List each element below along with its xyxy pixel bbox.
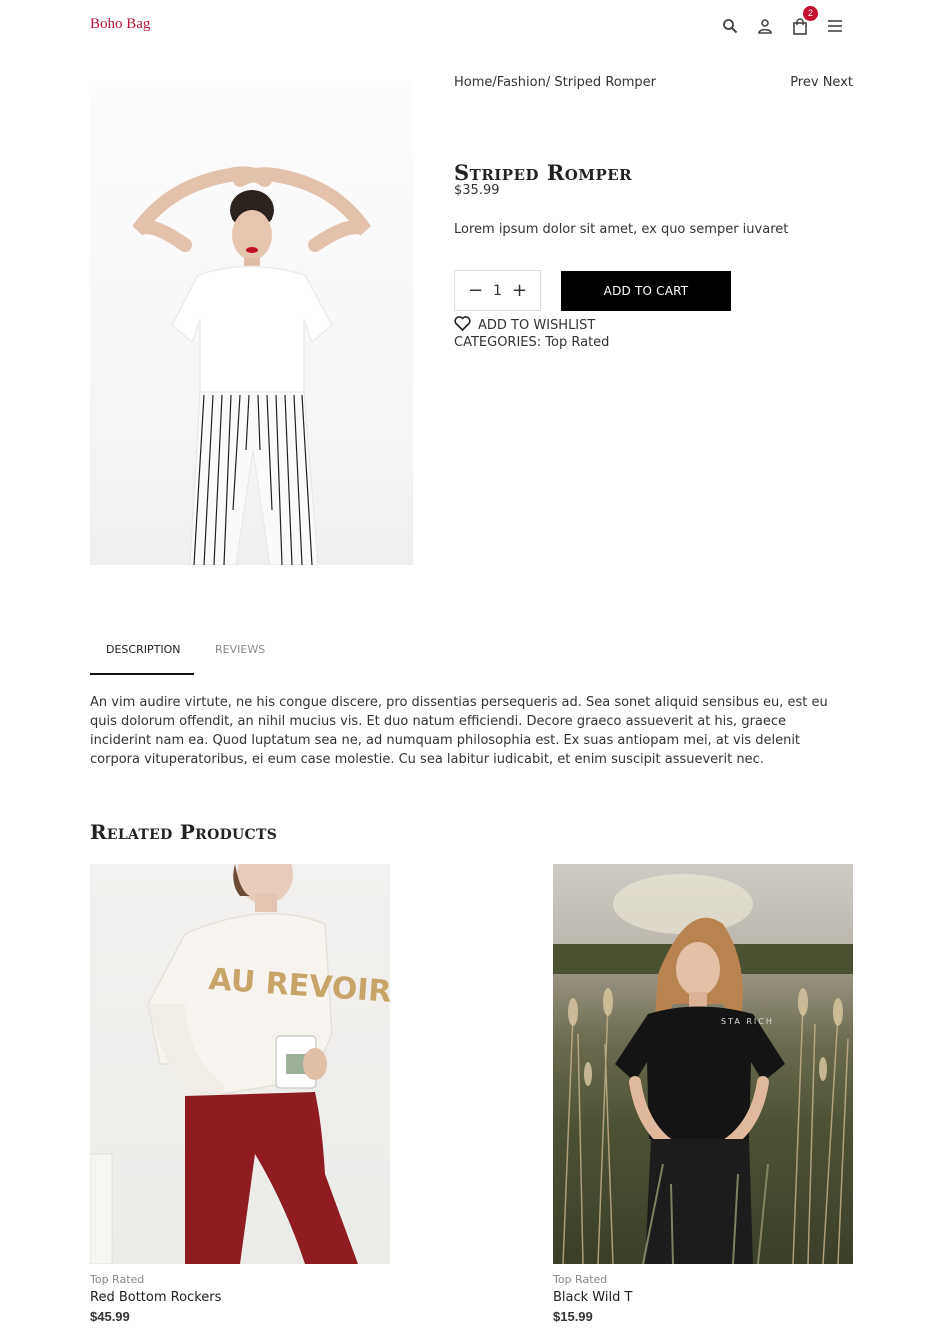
add-to-wishlist-link[interactable]: ADD TO WISHLIST	[454, 316, 595, 335]
header-icons: 2	[718, 6, 858, 38]
site-logo[interactable]: Boho Bag	[90, 16, 150, 33]
related-product-price: $15.99	[553, 1309, 593, 1324]
related-product-price: $45.99	[90, 1309, 130, 1324]
categories-label: CATEGORIES:	[454, 335, 546, 350]
user-icon[interactable]	[753, 14, 777, 38]
prev-link[interactable]: Prev	[790, 75, 818, 90]
wishlist-label: ADD TO WISHLIST	[478, 318, 596, 333]
product-pagination: Prev Next	[790, 75, 853, 90]
related-product-name[interactable]: Black Wild T	[553, 1290, 632, 1305]
cart-count-badge: 2	[803, 6, 818, 21]
shopping-bag-icon[interactable]: 2	[788, 6, 818, 38]
related-product-category: Top Rated	[553, 1273, 608, 1286]
product-price: $35.99	[454, 183, 500, 198]
breadcrumb-current: Striped Romper	[554, 75, 656, 90]
breadcrumb-category[interactable]: Fashion	[497, 75, 546, 90]
shirt-print-text: STA RICH	[721, 1017, 774, 1026]
related-product-category: Top Rated	[90, 1273, 145, 1286]
breadcrumb-home[interactable]: Home	[454, 75, 492, 90]
active-tab-indicator	[90, 673, 194, 675]
next-link[interactable]: Next	[823, 75, 853, 90]
tab-description[interactable]: DESCRIPTION	[106, 643, 180, 656]
product-title: Striped Romper	[454, 160, 633, 185]
product-main-image[interactable]	[90, 80, 413, 565]
heart-icon	[454, 316, 471, 335]
related-product-image[interactable]: AU REVOIR	[90, 864, 390, 1264]
product-categories: CATEGORIES: Top Rated	[454, 335, 609, 350]
add-to-cart-button[interactable]: ADD TO CART	[561, 271, 731, 311]
quantity-stepper: − 1 +	[454, 270, 541, 311]
related-product-image[interactable]: STA RICH	[553, 864, 853, 1264]
description-text: An vim audire virtute, ne his congue dis…	[90, 695, 828, 767]
related-product-name[interactable]: Red Bottom Rockers	[90, 1290, 221, 1305]
breadcrumb: Home/Fashion/ Striped Romper	[454, 75, 656, 90]
minus-icon[interactable]: −	[468, 281, 483, 300]
menu-icon[interactable]	[823, 14, 847, 38]
quantity-value[interactable]: 1	[493, 283, 502, 299]
plus-icon[interactable]: +	[512, 281, 527, 300]
tab-reviews[interactable]: REVIEWS	[215, 643, 265, 656]
search-icon[interactable]	[718, 14, 742, 38]
product-short-description: Lorem ipsum dolor sit amet, ex quo sempe…	[454, 222, 789, 237]
related-products-title: Related Products	[90, 820, 278, 844]
category-link[interactable]: Top Rated	[545, 335, 609, 350]
